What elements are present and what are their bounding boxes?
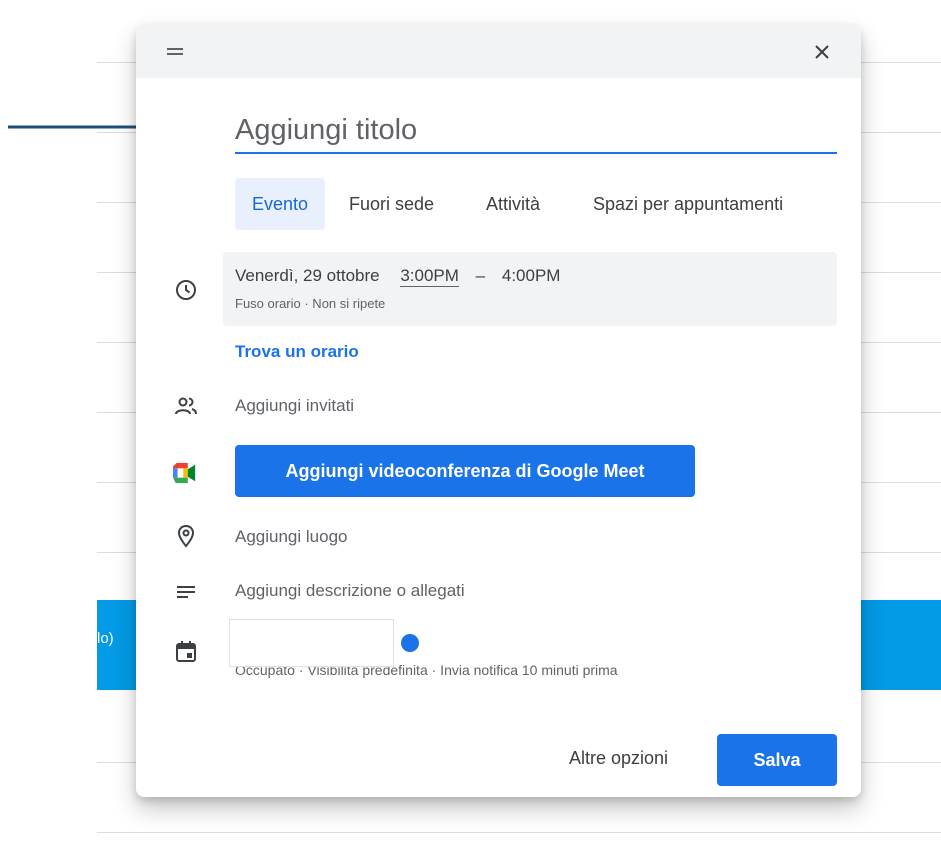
find-time-link[interactable]: Trova un orario	[235, 342, 359, 362]
tab-evento[interactable]: Evento	[235, 178, 325, 230]
start-time[interactable]: 3:00PM	[400, 266, 459, 287]
datetime-line: Venerdì, 29 ottobre 3:00PM – 4:00PM	[235, 266, 560, 287]
background-event-label: lo)	[97, 630, 114, 647]
end-time[interactable]: 4:00PM	[502, 266, 561, 286]
google-meet-icon	[173, 462, 196, 484]
datetime-box[interactable]: Venerdì, 29 ottobre 3:00PM – 4:00PM Fuso…	[223, 252, 837, 326]
clock-icon	[176, 280, 196, 300]
calendar-icon	[176, 641, 196, 662]
notes-lines-icon	[177, 586, 195, 598]
calendar-name-box[interactable]	[229, 619, 394, 667]
close-icon[interactable]	[808, 38, 836, 66]
more-options-button[interactable]: Altre opzioni	[569, 748, 668, 769]
add-description[interactable]: Aggiungi descrizione o allegati	[235, 581, 465, 601]
drag-handle-icon[interactable]	[167, 48, 183, 56]
grid-line	[97, 832, 941, 833]
timezone-recurrence[interactable]: Fuso orario · Non si ripete	[235, 296, 385, 311]
add-guests[interactable]: Aggiungi invitati	[235, 396, 354, 416]
location-pin-icon	[177, 524, 195, 548]
calendar-color-dot	[401, 634, 419, 652]
dialog-header	[136, 24, 861, 78]
add-location[interactable]: Aggiungi luogo	[235, 527, 347, 547]
time-separator: –	[475, 266, 486, 285]
event-dialog: Aggiungi titolo Evento Fuori sede Attivi…	[136, 24, 861, 797]
date-label[interactable]: Venerdì, 29 ottobre	[235, 266, 380, 286]
tab-spazi-appuntamenti[interactable]: Spazi per appuntamenti	[593, 178, 783, 230]
title-input[interactable]: Aggiungi titolo	[235, 108, 837, 154]
tab-attivita[interactable]: Attività	[486, 178, 540, 230]
people-icon	[175, 397, 197, 415]
tab-fuori-sede[interactable]: Fuori sede	[349, 178, 434, 230]
save-button[interactable]: Salva	[717, 734, 837, 786]
add-meet-button[interactable]: Aggiungi videoconferenza di Google Meet	[235, 445, 695, 497]
